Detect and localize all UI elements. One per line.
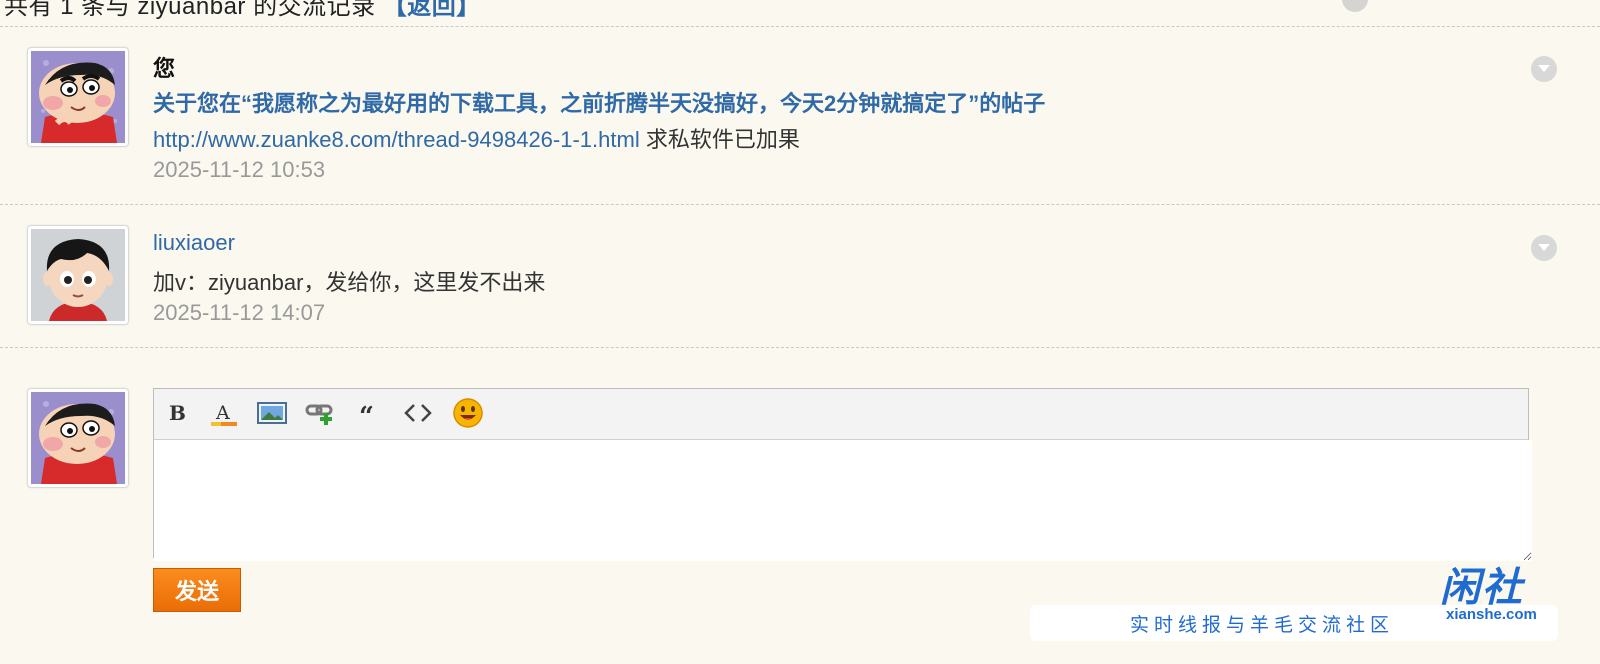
sender-name-link[interactable]: liuxiaoer bbox=[153, 230, 235, 256]
watermark-logo: 闲社 bbox=[1440, 564, 1524, 611]
message-text: 求私软件已加果 bbox=[639, 127, 800, 152]
history-header-text: 共有 1 条与 ziyuanbar 的交流记录 【返回】 bbox=[4, 0, 481, 21]
message-text: 加v：ziyuanbar，发给你，这里发不出来 bbox=[153, 270, 546, 295]
message-time: 2025-11-12 14:07 bbox=[153, 300, 326, 325]
divider bbox=[0, 204, 1600, 205]
editor-toolbar: B A “ bbox=[154, 389, 1528, 440]
my-avatar-icon bbox=[27, 388, 129, 488]
code-icon[interactable] bbox=[402, 397, 434, 429]
message-body: http://www.zuanke8.com/thread-9498426-1-… bbox=[153, 122, 800, 154]
reply-editor: B A “ bbox=[153, 388, 1532, 561]
back-link[interactable]: 【返回】 bbox=[383, 0, 481, 20]
bold-glyph: B bbox=[169, 401, 186, 425]
message-time: 2025-11-12 10:53 bbox=[153, 157, 326, 182]
cartoon-boy-avatar-icon[interactable] bbox=[27, 225, 129, 325]
link-icon[interactable] bbox=[304, 397, 336, 429]
font-color-glyph: A bbox=[215, 402, 230, 424]
divider bbox=[0, 347, 1600, 348]
quote-icon[interactable]: “ bbox=[352, 397, 384, 432]
watermark-logo-domain: xianshe.com bbox=[1446, 606, 1537, 623]
reply-textarea[interactable] bbox=[154, 440, 1532, 561]
thread-subject-link[interactable]: 关于您在“我愿称之为最好用的下载工具，之前折腾半天没搞好，今天2分钟就搞定了”的… bbox=[153, 86, 1045, 118]
quote-glyph: “ bbox=[359, 402, 374, 429]
crayon-shinchan-avatar-icon[interactable] bbox=[27, 47, 129, 147]
sender-name: 您 bbox=[153, 56, 176, 81]
message-menu-chevron-down-icon[interactable] bbox=[1531, 235, 1557, 261]
divider bbox=[0, 26, 1600, 27]
watermark-slogan: 实时线报与羊毛交流社区 bbox=[1130, 615, 1395, 636]
history-header: 共有 1 条与 ziyuanbar 的交流记录 【返回】 bbox=[0, 0, 1600, 28]
font-color-icon[interactable]: A bbox=[208, 397, 240, 429]
message-menu-chevron-down-icon[interactable] bbox=[1531, 56, 1557, 82]
image-icon[interactable] bbox=[256, 397, 288, 429]
smiley-icon[interactable] bbox=[452, 397, 484, 429]
history-summary: 共有 1 条与 ziyuanbar 的交流记录 bbox=[4, 0, 376, 20]
thread-url-link[interactable]: http://www.zuanke8.com/thread-9498426-1-… bbox=[153, 127, 640, 152]
send-button[interactable]: 发送 bbox=[153, 568, 241, 612]
header-menu-icon[interactable] bbox=[1342, 0, 1368, 12]
bold-icon[interactable]: B bbox=[160, 397, 192, 429]
